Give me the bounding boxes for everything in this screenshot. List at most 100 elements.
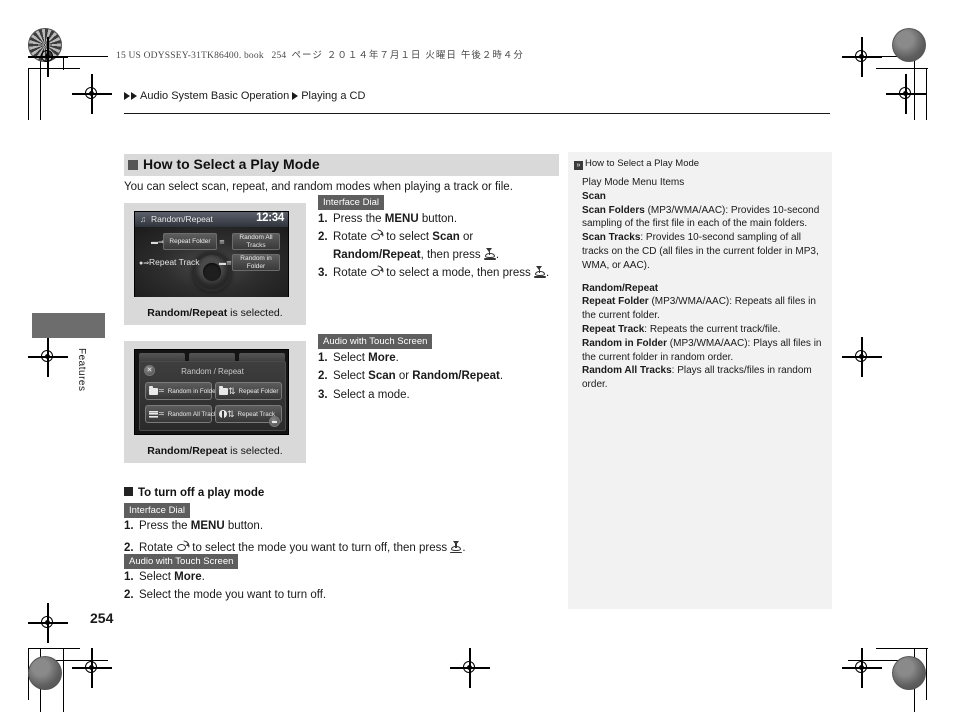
reference-subtitle: Play Mode Menu Items [582,177,685,188]
nav-screen-mock-dial: ♫ Random/Repeat 12:34 Repeat Folder ▬⇒ R… [134,211,289,297]
print-density-mark [892,28,926,62]
step-text-pre: Select [139,571,175,583]
reference-item-term: Scan Folders [582,204,645,216]
step-text: Press the MENU button. [139,520,263,532]
screen-button-repeat-track-label[interactable]: Repeat Track [149,257,200,267]
crop-mark [28,648,80,650]
press-dial-icon [450,541,463,554]
reference-item: Scan Folders (MP3/WMA/AAC): Provides 10-… [582,204,822,232]
crop-mark [63,648,65,712]
rotate-dial-icon [370,265,385,278]
random-all-tracks-icon: ≌ [219,239,225,246]
tag-audio-touch-screen: Audio with Touch Screen [318,334,433,349]
tag-interface-dial-off: Interface Dial [124,503,190,518]
touch-button-random-in-folder[interactable]: ≍ Random in Folder [145,382,218,400]
screen-dialog-title: Random / Repeat [181,367,244,376]
reference-group-heading-scan: Scan [582,190,822,204]
reference-item-term: Random All Tracks [582,365,672,377]
music-note-icon: ♫ [140,214,147,224]
step-item: 3. Rotate to select a mode, then press . [318,265,563,282]
step-text: Select a mode. [333,388,410,401]
step-item: 3. Select a mode. [318,387,563,404]
repeat-loop-icon: ⇅ [227,408,235,419]
rotate-dial-icon [176,540,191,553]
step-text: Rotate to select Scan or Random/Repeat, … [333,229,500,261]
step-text-pre: Select [333,352,369,364]
subsection-heading-text: To turn off a play mode [138,487,265,499]
breadcrumb: Audio System Basic Operation Playing a C… [124,90,830,102]
step-number: 1. [124,571,134,583]
touch-button-random-all-tracks[interactable]: ≍ Random All Tracks [145,405,220,423]
reference-item: Repeat Track: Repeats the current track/… [582,323,822,337]
touch-button-repeat-track-label: Repeat Track [237,410,275,418]
screen-button-repeat-folder[interactable]: Repeat Folder [163,233,217,250]
random-in-folder-icon: ▬≌ [219,260,232,267]
manual-page: 15 US ODYSSEY-31TK86400. book 254 ページ ２０… [0,0,954,718]
reference-item: Random All Tracks: Plays all tracks/file… [582,364,822,392]
reference-item-term: Repeat Track [582,323,645,335]
step-text-mid2: or [459,231,474,244]
print-density-mark [28,656,62,690]
breadcrumb-level-1: Audio System Basic Operation [140,90,290,102]
minimize-icon[interactable] [269,416,280,427]
step-text-post: , then press [420,248,484,261]
step-text-bold: Random/Repeat [412,370,500,383]
registration-mark [842,648,882,688]
step-number: 1. [318,352,328,364]
step-text-mid: to select the mode you want to turn off,… [189,542,451,555]
shuffle-icon: ≍ [158,409,165,418]
press-dial-icon [483,247,496,260]
steps-turn-off-dial: 1. Press the MENU button. 2. Rotate to s… [124,518,554,559]
step-text-post: button. [224,520,264,532]
reference-item-term: Repeat Folder [582,296,649,308]
registration-mark [450,648,490,688]
registration-mark [886,74,926,114]
screen-button-random-in-folder-label: Random in Folder [240,255,272,270]
step-item: 1. Select More. [318,350,563,367]
screen-button-random-in-folder[interactable]: Random in Folder [232,254,280,271]
section-heading-band: How to Select a Play Mode [124,154,559,176]
press-dial-icon [533,265,546,278]
step-text: Rotate to select the mode you want to tu… [139,540,466,555]
touch-button-repeat-folder[interactable]: ⇅ Repeat Folder [215,382,282,400]
nav-screen-mock-touch: ✕ Random / Repeat ≍ Random in Folder ⇅ R… [134,349,289,435]
screen-button-random-all-tracks[interactable]: Random All Tracks [232,233,280,250]
step-text-post: button. [418,213,458,225]
step-text-pre: Rotate [333,266,371,279]
crop-mark [876,68,928,70]
print-job-header: 15 US ODYSSEY-31TK86400. book 254 ページ ２０… [116,47,524,61]
step-number: 1. [318,213,328,225]
step-text: Select More. [139,571,205,583]
step-text-end: . [495,248,500,261]
registration-mark [28,37,68,77]
screen-clock: 12:34 [256,212,284,224]
crop-mark [63,56,65,70]
triangle-right-icon [124,92,130,100]
step-text-bold: Scan [432,231,460,244]
step-item: 2. Select Scan or Random/Repeat. [318,368,563,385]
step-text-mid: to select [383,231,433,244]
step-text-pre: Rotate [333,231,371,244]
triangle-right-icon [131,92,137,100]
step-text-pre: Press the [333,213,385,225]
screen-title-bar: ♫ Random/Repeat 12:34 [135,212,288,228]
figure-caption-touch-bold: Random/Repeat [147,445,228,457]
book-timestamp-jp: ページ ２０１４年７月１日 火曜日 午後２時４分 [291,50,524,61]
section-thumb-tab [32,313,105,338]
reference-item: Scan Tracks: Provides 10-second sampling… [582,231,822,272]
folder-icon [149,385,158,395]
step-text: Select More. [333,352,399,364]
screen-dialog-panel: ✕ Random / Repeat ≍ Random in Folder ⇅ R… [139,361,286,431]
figure-caption-dial: Random/Repeat is selected. [124,307,306,319]
reference-title: » How to Select a Play Mode [574,158,826,170]
figure-caption-dial-bold: Random/Repeat [147,307,228,319]
step-text: Rotate to select a mode, then press . [333,265,549,279]
reference-sidebar: » How to Select a Play Mode Play Mode Men… [568,152,832,609]
screen-body: Repeat Folder ▬⇒ Random All Tracks ≌ Rep… [135,227,288,297]
step-item: 1. Select More. [124,569,554,586]
track-list-icon [149,410,158,418]
step-item: 2. Select the mode you want to turn off. [124,587,554,604]
page-number: 254 [90,610,114,626]
repeat-loop-icon: ⇅ [228,385,236,396]
steps-touch-screen: 1. Select More. 2. Select Scan or Random… [318,350,563,405]
